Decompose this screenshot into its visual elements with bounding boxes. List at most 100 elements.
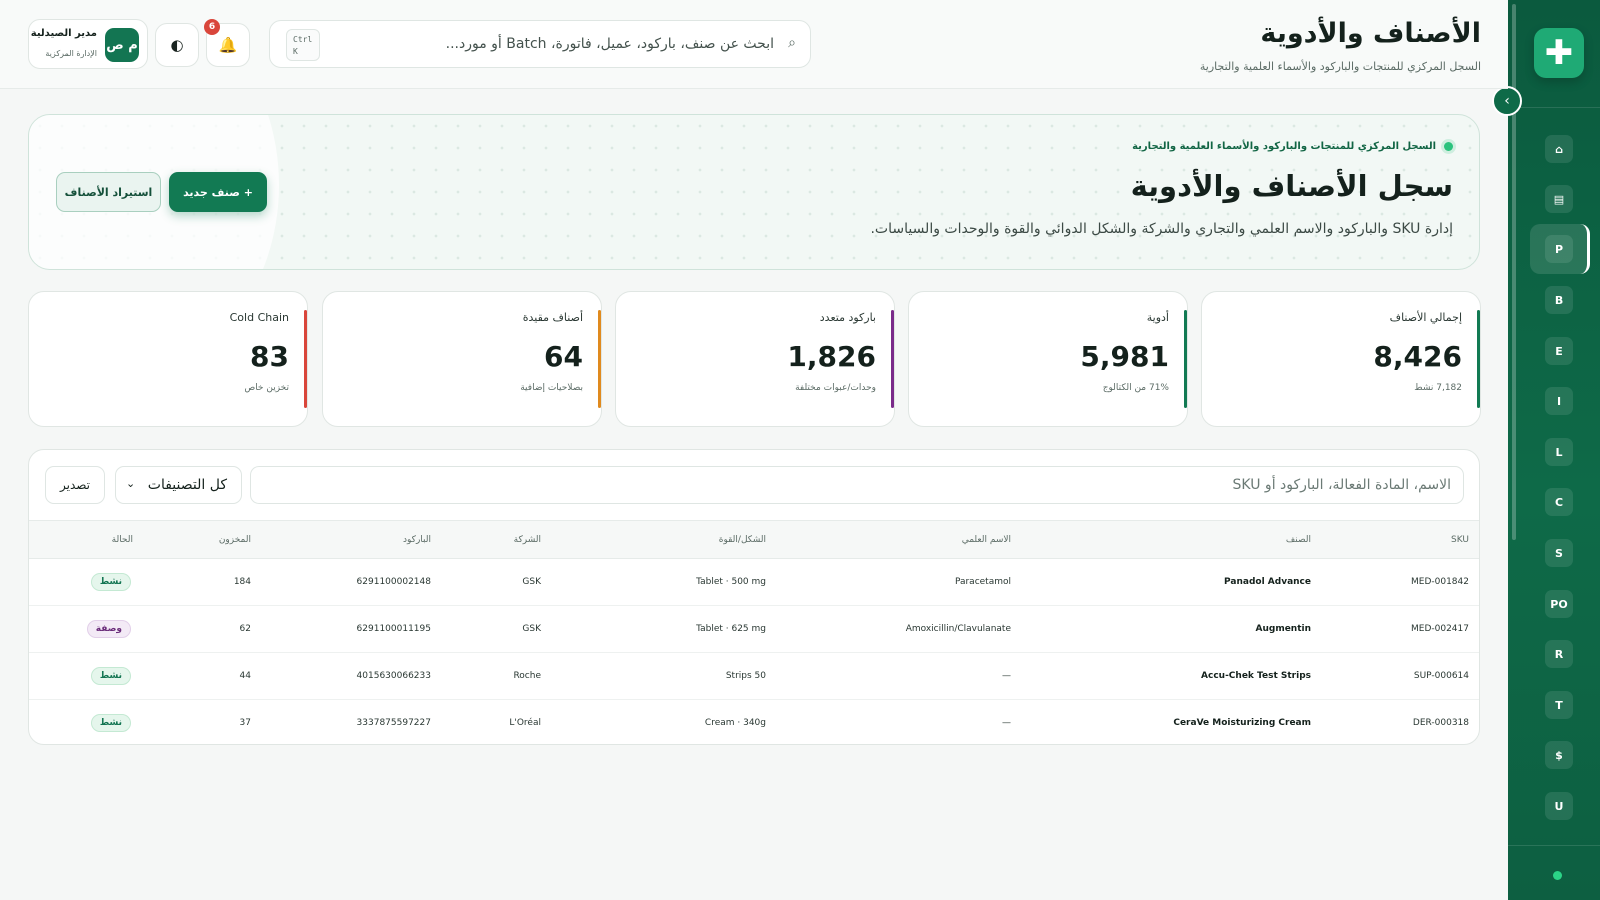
notifications-button[interactable]: 🔔 6 <box>204 19 250 67</box>
chevron-down-icon: ⌄ <box>126 477 136 490</box>
avatar: م ص <box>105 28 139 62</box>
col-header-status[interactable]: الحالة <box>29 521 133 559</box>
table-row[interactable]: MED-002417 Augmentin Amoxicillin/Clavula… <box>29 606 1479 653</box>
table-row[interactable]: DER-000318 CeraVe Moisturizing Cream — C… <box>29 700 1479 745</box>
sidebar-item-e[interactable]: E <box>1545 337 1573 365</box>
stat-label: Cold Chain <box>229 311 289 324</box>
cell-stock: 184 <box>233 577 251 587</box>
cell-barcode: 3337875597227 <box>356 718 431 729</box>
hero-banner: السجل المركزي للمنتجات والباركود والأسما… <box>28 114 1480 270</box>
sidebar-letter-t: T <box>1555 698 1563 712</box>
app-logo[interactable]: ✚ <box>1534 28 1584 78</box>
stat-value: 8,426 <box>1373 340 1462 373</box>
cell-stock: 37 <box>239 718 251 729</box>
cell-scientific: — <box>1002 671 1011 681</box>
sidebar-divider-bottom <box>1508 845 1600 846</box>
stat-card-medicines: أدوية 5,981 71% من الكتالوج <box>908 291 1188 427</box>
sidebar-letter-s: S <box>1555 546 1563 560</box>
stat-note: تخزين خاص <box>244 383 289 393</box>
cell-sku: MED-002417 <box>1411 624 1469 634</box>
live-dot-icon <box>1444 142 1453 151</box>
sidebar-item-pos[interactable]: ▤ <box>1545 185 1573 213</box>
export-button[interactable]: تصدير <box>45 466 105 504</box>
col-header-sku[interactable]: SKU <box>1311 521 1479 559</box>
col-header-company[interactable]: الشركة <box>431 521 541 559</box>
search-placeholder: ابحث عن صنف، باركود، عميل، فاتورة، Batch… <box>445 36 774 52</box>
contrast-icon: ◐ <box>170 36 184 54</box>
table-filter-input[interactable]: الاسم، المادة الفعالة، الباركود أو SKU <box>250 466 1464 504</box>
cell-sku: MED-001842 <box>1411 577 1469 587</box>
cell-company: GSK <box>522 624 541 634</box>
sidebar-letter-e: E <box>1555 344 1563 358</box>
cell-name: Accu-Chek Test Strips <box>1201 671 1311 681</box>
theme-toggle-button[interactable]: ◐ <box>155 23 199 67</box>
sidebar: ✚ › ⌂ ▤ P B E I L C S PO R T $ U <box>1492 0 1600 900</box>
hero-eyebrow-text: السجل المركزي للمنتجات والباركود والأسما… <box>1132 141 1436 152</box>
col-header-name[interactable]: الصنف <box>1011 521 1311 559</box>
sidebar-letter-p: P <box>1554 242 1564 256</box>
table-row[interactable]: SUP-000614 Accu-Chek Test Strips — Strip… <box>29 653 1479 700</box>
page-title: الأصناف والأدوية <box>1260 18 1481 49</box>
sidebar-scrollbar[interactable] <box>1512 4 1516 540</box>
stat-label: أصناف مقيدة <box>522 311 583 324</box>
col-header-barcode[interactable]: الباركود <box>251 521 431 559</box>
new-item-button[interactable]: + صنف جديد <box>169 172 267 212</box>
dollar-icon: $ <box>1555 748 1563 762</box>
sidebar-item-u[interactable]: U <box>1545 792 1573 820</box>
sidebar-divider <box>1508 107 1600 108</box>
sidebar-item-r[interactable]: R <box>1545 640 1573 668</box>
status-badge: نشط <box>90 667 131 685</box>
stat-label: باركود متعدد <box>819 311 876 324</box>
items-table-card: الاسم، المادة الفعالة، الباركود أو SKU ك… <box>28 449 1480 745</box>
cell-form: Tablet · 625 mg <box>696 624 766 634</box>
cell-sku: DER-000318 <box>1412 718 1469 729</box>
sidebar-item-b[interactable]: B <box>1545 286 1573 314</box>
stat-note: وحدات/عبوات مختلفة <box>795 383 876 393</box>
sidebar-item-l[interactable]: L <box>1545 438 1573 466</box>
col-header-scientific[interactable]: الاسم العلمي <box>766 521 1011 559</box>
sidebar-item-dollar[interactable]: $ <box>1545 741 1573 769</box>
stat-card-restricted: أصناف مقيدة 64 بصلاحيات إضافية <box>322 291 602 427</box>
cell-stock: 44 <box>239 671 251 681</box>
stat-note: بصلاحيات إضافية <box>520 383 583 393</box>
cell-barcode: 6291100002148 <box>356 577 431 587</box>
hero-title: سجل الأصناف والأدوية <box>1130 169 1453 203</box>
stat-accent-bar <box>891 310 894 408</box>
stat-label: إجمالي الأصناف <box>1389 311 1462 324</box>
notification-count-badge: 6 <box>204 19 220 35</box>
cell-form: Cream · 340g <box>704 718 766 729</box>
import-items-button[interactable]: استيراد الأصناف <box>56 172 161 212</box>
kbd-k: K <box>293 47 298 56</box>
sidebar-item-products[interactable]: P <box>1545 235 1573 263</box>
stat-accent-bar <box>304 310 307 408</box>
table-row[interactable]: MED-001842 Panadol Advance Paracetamol T… <box>29 559 1479 606</box>
stat-accent-bar <box>598 310 601 408</box>
cell-sku: SUP-000614 <box>1413 671 1469 681</box>
sidebar-item-po[interactable]: PO <box>1545 590 1573 618</box>
stat-card-multi-barcode: باركود متعدد 1,826 وحدات/عبوات مختلفة <box>615 291 895 427</box>
cell-barcode: 6291100011195 <box>356 624 431 634</box>
online-status-dot <box>1553 871 1562 880</box>
col-header-stock[interactable]: المخزون <box>133 521 251 559</box>
col-header-form[interactable]: الشكل/القوة <box>541 521 766 559</box>
sidebar-item-s[interactable]: S <box>1545 539 1573 567</box>
sidebar-item-home[interactable]: ⌂ <box>1545 135 1573 163</box>
bell-icon: 🔔 <box>218 36 238 54</box>
sidebar-item-c[interactable]: C <box>1545 488 1573 516</box>
category-select[interactable]: كل التصنيفات ⌄ <box>115 466 242 504</box>
sidebar-item-t[interactable]: T <box>1545 691 1573 719</box>
stat-value: 1,826 <box>787 340 876 373</box>
global-search-input[interactable]: ⌕ ابحث عن صنف، باركود، عميل، فاتورة، Bat… <box>269 20 811 68</box>
sidebar-letter-u: U <box>1554 799 1564 813</box>
sidebar-letter-b: B <box>1554 293 1564 307</box>
sidebar-item-i[interactable]: I <box>1545 387 1573 415</box>
user-role: الإدارة المركزية <box>45 49 97 58</box>
kbd-ctrl: Ctrl <box>293 35 313 44</box>
status-badge: نشط <box>90 573 131 591</box>
sidebar-letter-l: L <box>1555 445 1563 459</box>
sidebar-letter-i: I <box>1556 394 1562 408</box>
user-menu[interactable]: م ص مدير الصيدلية الإدارة المركزية <box>28 19 148 69</box>
stat-accent-bar <box>1477 310 1480 408</box>
cell-status: نشط <box>29 653 133 700</box>
stat-card-total: إجمالي الأصناف 8,426 7,182 نشط <box>1201 291 1481 427</box>
